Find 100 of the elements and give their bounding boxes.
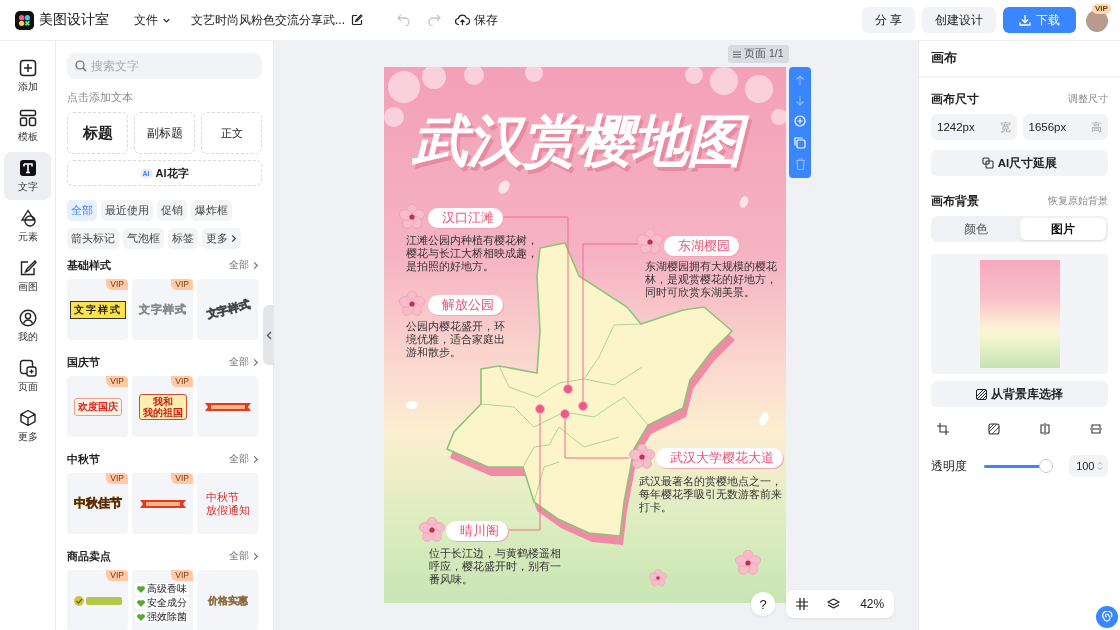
petal-icon	[739, 196, 749, 208]
assistant-button[interactable]	[1096, 606, 1118, 628]
save-button[interactable]: 保存	[455, 11, 498, 29]
vip-badge: VIP	[1092, 4, 1111, 14]
sticker-text: 安全成分	[147, 597, 187, 609]
sticker-text: 价格实惠	[207, 593, 248, 608]
view-all-link[interactable]: 全部	[229, 355, 262, 369]
help-button[interactable]: ?	[751, 592, 775, 616]
background-tab[interactable]: 图片	[1019, 218, 1106, 240]
location-description: 位于长江边，与黄鹤楼遥相 呼应，樱花盛开时，别有一 番风味。	[429, 547, 561, 586]
sticker-preview[interactable]: 价格实惠	[197, 570, 258, 630]
section-title: 画布尺寸	[931, 91, 979, 107]
view-all-link[interactable]: 全部	[229, 452, 262, 466]
background-library-button[interactable]: 从背景库选择	[931, 381, 1108, 407]
user-avatar[interactable]	[1086, 10, 1108, 32]
chevron-right-icon	[230, 234, 237, 243]
cherry-blossom-icon	[399, 204, 425, 230]
text-icon	[18, 158, 37, 177]
sticker-preview[interactable]: VIP 我和 我的祖国	[132, 376, 193, 437]
app-logo-icon	[15, 10, 34, 30]
sidebar-tab[interactable]: 元素	[4, 202, 51, 250]
arrow-down-icon[interactable]	[795, 95, 805, 107]
search-field[interactable]: 搜索文字	[67, 53, 262, 79]
text-preset-button[interactable]: 副标题	[134, 112, 195, 154]
location-dot	[563, 384, 573, 394]
text-preset-button[interactable]: 正文	[201, 112, 262, 154]
petal-icon	[759, 412, 769, 426]
filter-chip[interactable]: 更多	[202, 228, 241, 249]
sidebar-tab[interactable]: 我的	[4, 302, 51, 350]
collapse-panel-handle[interactable]	[263, 305, 274, 365]
slider-thumb[interactable]	[1039, 459, 1054, 473]
ai-extend-button[interactable]: AI尺寸延展	[931, 150, 1108, 176]
sticker-preview[interactable]: 文字样式	[197, 279, 258, 340]
cloud-icon	[455, 14, 470, 26]
view-all-link[interactable]: 全部	[229, 258, 262, 272]
sidebar-tab[interactable]: 模板	[4, 102, 51, 150]
hatch-icon	[976, 388, 987, 400]
sticker-text: 我和 我的祖国	[138, 393, 187, 420]
page-add-icon	[18, 358, 37, 377]
sticker-preview[interactable]: VIP 中秋佳节	[67, 473, 128, 534]
sticker-preview[interactable]	[197, 376, 258, 437]
chevron-right-icon	[252, 357, 259, 367]
sidebar-tab[interactable]: 添加	[4, 52, 51, 100]
resize-icon	[981, 157, 994, 169]
arrow-up-icon[interactable]	[795, 74, 805, 86]
trash-icon[interactable]	[794, 158, 806, 171]
document-title[interactable]: 文艺时尚风粉色交流分享武...	[191, 11, 345, 29]
sidebar-tab[interactable]: 画图	[4, 252, 51, 300]
sticker-preview[interactable]: VIP	[67, 570, 128, 630]
create-design-button[interactable]: 创建设计	[922, 7, 996, 33]
vip-badge: VIP	[106, 570, 128, 581]
zoom-level[interactable]: 42%	[860, 597, 885, 611]
sticker-preview[interactable]: VIP 文字样式	[67, 279, 128, 340]
sidebar-tab[interactable]: 更多	[4, 402, 51, 450]
resize-link[interactable]: 调整尺寸	[1068, 92, 1108, 106]
location-label: 汉口江滩	[428, 208, 503, 228]
sidebar-tab[interactable]: 页面	[4, 352, 51, 400]
user-icon	[18, 308, 37, 327]
share-button[interactable]: 分 享	[861, 7, 915, 33]
vip-badge: VIP	[106, 279, 128, 290]
filter-chip[interactable]: 气泡框	[123, 228, 164, 249]
height-field[interactable]: 1656px 高	[1022, 114, 1108, 140]
sticker-preview[interactable]: VIP 高级香味 安全成分 强效除菌	[132, 570, 193, 630]
background-tab[interactable]: 颜色	[933, 218, 1020, 240]
sticker-text: 中秋佳节	[73, 495, 122, 512]
leader-line	[564, 417, 630, 459]
filter-chip[interactable]: 标签	[168, 228, 198, 249]
filter-chip[interactable]: 爆炸框	[191, 200, 232, 221]
location-description: 武汉最著名的赏樱地点之一， 每年樱花季吸引无数游客前来 打卡。	[639, 475, 782, 514]
sidebar-tab[interactable]: 文字	[4, 152, 51, 200]
layers-icon[interactable]	[827, 597, 841, 611]
texture-icon[interactable]	[988, 423, 1000, 435]
sticker-preview[interactable]: VIP 文字样式	[132, 279, 193, 340]
sticker-text: 文字样式	[138, 302, 187, 317]
copy-icon[interactable]	[794, 136, 806, 149]
file-menu[interactable]: 文件	[134, 11, 171, 29]
page-indicator[interactable]: 页面 1/1	[728, 45, 789, 63]
ribbon-banner-drawing	[204, 400, 251, 413]
ribbon-banner-drawing	[139, 497, 186, 510]
edit-icon[interactable]	[351, 14, 363, 26]
view-all-link[interactable]: 全部	[229, 549, 262, 563]
flip-vertical-icon[interactable]	[1090, 423, 1102, 435]
crop-icon[interactable]	[937, 423, 949, 435]
text-preset-button[interactable]: 标题	[67, 112, 128, 154]
filter-chip[interactable]: 箭头标记	[67, 228, 119, 249]
restore-background-link[interactable]: 恢复原始背景	[1048, 194, 1108, 208]
sticker-text: 欢度国庆	[73, 397, 122, 416]
sticker-preview[interactable]: 中秋节 放假通知	[197, 473, 258, 534]
section-title: 商品卖点	[67, 548, 111, 564]
location-dot	[560, 409, 570, 419]
section-hint: 点击添加文本	[67, 90, 134, 105]
opacity-field[interactable]: 100	[1069, 455, 1108, 477]
width-field[interactable]: 1242px 宽	[931, 114, 1017, 140]
sticker-preview[interactable]: VIP	[132, 473, 193, 534]
grid-icon[interactable]	[795, 598, 808, 610]
filter-chip[interactable]: 最近使用	[101, 200, 153, 221]
filter-chip[interactable]: 促销	[157, 200, 187, 221]
add-page-icon[interactable]	[794, 115, 806, 128]
sticker-preview[interactable]: VIP 欢度国庆	[67, 376, 128, 437]
flip-horizontal-icon[interactable]	[1039, 423, 1051, 435]
